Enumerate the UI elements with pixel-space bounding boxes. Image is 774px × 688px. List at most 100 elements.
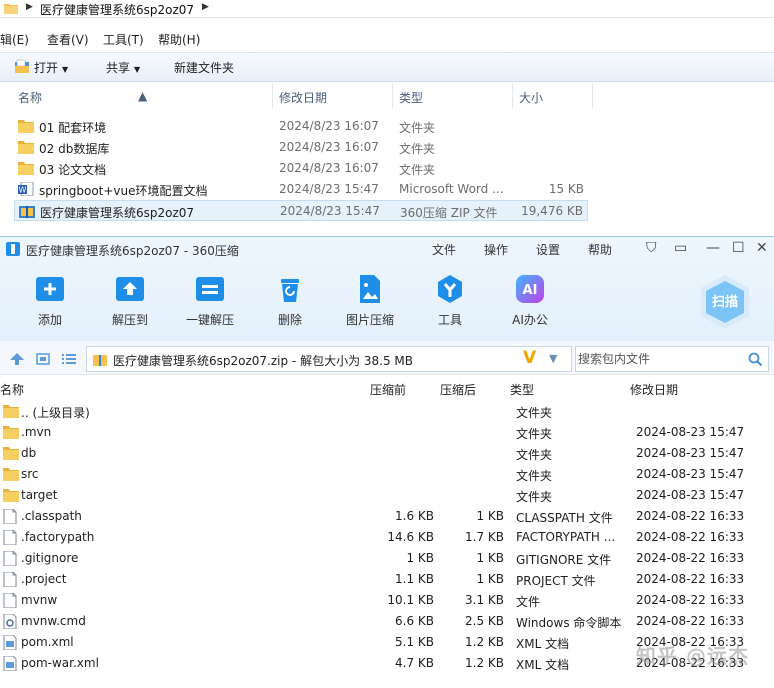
zip-file-row[interactable]: src 文件夹 2024-08-23 15:47 [0, 464, 760, 485]
extract-to-button[interactable]: 解压到 [98, 273, 162, 333]
new-folder-button[interactable]: 新建文件夹 [174, 59, 234, 76]
maximize-icon[interactable]: ☐ [732, 240, 745, 256]
svg-text:AI: AI [523, 283, 538, 298]
entry-name: .gitignore [21, 551, 79, 565]
zip-file-row[interactable]: .project 1.1 KB 1 KB PROJECT 文件 2024-08-22 1… [0, 569, 760, 590]
skin-icon[interactable]: ⛉ [646, 240, 657, 256]
zip-file-row[interactable]: .factorypath 14.6 KB 1.7 KB FACTORYPATH ...… [0, 527, 760, 548]
verified-v-icon[interactable]: V [523, 348, 536, 368]
explorer-address-bar[interactable]: ▶ 医疗健康管理系统6sp2oz07 ▶ [0, 0, 774, 18]
file-type: Microsoft Word ... [399, 182, 504, 196]
file-date: 2024/8/23 16:07 [279, 119, 379, 133]
file-name: 03 论文文档 [39, 163, 107, 177]
search-icon[interactable] [748, 352, 763, 367]
zip-menu-file[interactable]: 文件 [432, 241, 456, 258]
entry-type: CLASSPATH 文件 [516, 511, 613, 525]
zip-file-row[interactable]: db 文件夹 2024-08-23 15:47 [0, 443, 760, 464]
share-button[interactable]: 共享 ▼ [106, 59, 140, 76]
entry-date: 2024-08-22 16:33 [636, 530, 745, 544]
extract-to-label: 解压到 [111, 313, 148, 327]
list-view-icon[interactable] [62, 353, 76, 365]
zip-file-row[interactable]: .. (上级目录) 文件夹 [0, 401, 760, 422]
column-type[interactable]: 类型 [399, 89, 423, 106]
entry-name: .mvn [21, 425, 52, 439]
ai-office-button[interactable]: AI AI办公 [498, 273, 562, 333]
image-compress-button[interactable]: 图片压缩 [338, 273, 402, 333]
entry-size-before: 5.1 KB [395, 635, 434, 649]
ai-office-icon: AI [516, 275, 544, 303]
column-type[interactable]: 类型 [510, 381, 534, 398]
add-icon [36, 277, 64, 301]
breadcrumb-chevron-icon[interactable]: ▶ [202, 2, 209, 12]
thumbnail-view-icon[interactable] [36, 353, 50, 365]
zip-menu-help[interactable]: 帮助 [588, 241, 612, 258]
tools-button[interactable]: 工具 [418, 273, 482, 333]
cmd-script-icon [3, 613, 17, 630]
menu-tools[interactable]: 工具(T) [103, 31, 144, 48]
up-level-icon[interactable] [10, 353, 24, 365]
file-date: 2024/8/23 16:07 [279, 161, 379, 175]
menu-edit[interactable]: 辑(E) [0, 31, 29, 48]
open-button[interactable]: 打开 ▼ [34, 59, 68, 76]
file-icon [3, 571, 17, 588]
file-name: springboot+vue环境配置文档 [39, 184, 208, 198]
one-click-extract-button[interactable]: 一键解压 [178, 273, 242, 333]
column-date[interactable]: 修改日期 [279, 89, 327, 106]
xml-file-icon [3, 634, 17, 651]
explorer-file-row[interactable]: 医疗健康管理系统6sp2oz07 2024/8/23 15:47 360压缩 ZIP… [14, 200, 588, 221]
menu-help[interactable]: 帮助(H) [158, 31, 200, 48]
entry-size-before: 10.1 KB [387, 593, 434, 607]
entry-name: src [21, 467, 39, 481]
delete-label: 删除 [277, 313, 302, 327]
column-size[interactable]: 大小 [519, 89, 543, 106]
zip-file-row[interactable]: .classpath 1.6 KB 1 KB CLASSPATH 文件 2024-08-… [0, 506, 760, 527]
zip-file-row[interactable]: target 文件夹 2024-08-23 15:47 [0, 485, 760, 506]
zip-menu-operate[interactable]: 操作 [484, 241, 508, 258]
close-icon[interactable]: ✕ [756, 240, 768, 256]
scan-button[interactable]: 扫描 [698, 273, 752, 331]
file-icon [3, 529, 17, 546]
add-button[interactable]: 添加 [18, 273, 82, 333]
one-click-extract-icon [196, 277, 224, 301]
explorer-file-row[interactable]: 01 配套环境 2024/8/23 16:07 文件夹 [14, 116, 588, 137]
entry-date: 2024-08-22 16:33 [636, 509, 745, 523]
sort-ascending-icon: ▲ [138, 89, 148, 103]
entry-type: Windows 命令脚本 [516, 616, 622, 630]
explorer-file-row[interactable]: 03 论文文档 2024/8/23 16:07 文件夹 [14, 158, 588, 179]
entry-size-after: 3.1 KB [465, 593, 504, 607]
folder-icon [3, 467, 19, 482]
column-date[interactable]: 修改日期 [630, 381, 678, 398]
column-before[interactable]: 压缩前 [370, 381, 406, 398]
share-label: 共享 [106, 61, 131, 75]
archive-search-input[interactable] [578, 350, 738, 368]
zip-file-row[interactable]: mvnw 10.1 KB 3.1 KB 文件 2024-08-22 16:33 [0, 590, 760, 611]
zip-menu-settings[interactable]: 设置 [536, 241, 560, 258]
explorer-file-row[interactable]: 02 db数据库 2024/8/23 16:07 文件夹 [14, 137, 588, 158]
breadcrumb-chevron-icon[interactable]: ▶ [26, 2, 33, 12]
chevron-down-icon[interactable]: ▼ [549, 352, 557, 365]
zip-file-row[interactable]: .gitignore 1 KB 1 KB GITIGNORE 文件 2024-08-22… [0, 548, 760, 569]
menu-view[interactable]: 查看(V) [47, 31, 89, 48]
zip-archive-icon [93, 355, 107, 366]
explorer-file-row[interactable]: Wspringboot+vue环境配置文档 2024/8/23 15:47 Micr… [14, 179, 588, 200]
delete-button[interactable]: 删除 [258, 273, 322, 333]
column-name[interactable]: 名称 [18, 89, 42, 106]
archive-path-field[interactable]: 医疗健康管理系统6sp2oz07.zip - 解包大小为 38.5 MB V ▼ [86, 346, 572, 372]
scan-label: 扫描 [711, 295, 738, 310]
entry-name: mvnw [21, 593, 58, 607]
entry-name: .. (上级目录) [21, 406, 90, 420]
entry-size-after: 1 KB [476, 509, 504, 523]
minimize-icon[interactable]: — [706, 240, 720, 256]
zip-file-row[interactable]: .mvn 文件夹 2024-08-23 15:47 [0, 422, 760, 443]
feedback-icon[interactable]: ▭ [674, 240, 687, 256]
breadcrumb[interactable]: 医疗健康管理系统6sp2oz07 [40, 1, 194, 18]
zip-file-row[interactable]: mvnw.cmd 6.6 KB 2.5 KB Windows 命令脚本 2024-08-… [0, 611, 760, 632]
entry-name: db [21, 446, 37, 460]
entry-type: XML 文档 [516, 637, 570, 651]
column-after[interactable]: 压缩后 [440, 381, 476, 398]
column-name[interactable]: 名称 [0, 381, 24, 398]
file-icon [3, 550, 17, 567]
file-name: 01 配套环境 [39, 121, 107, 135]
entry-size-after: 1 KB [476, 572, 504, 586]
entry-type: FACTORYPATH ... [516, 530, 616, 544]
